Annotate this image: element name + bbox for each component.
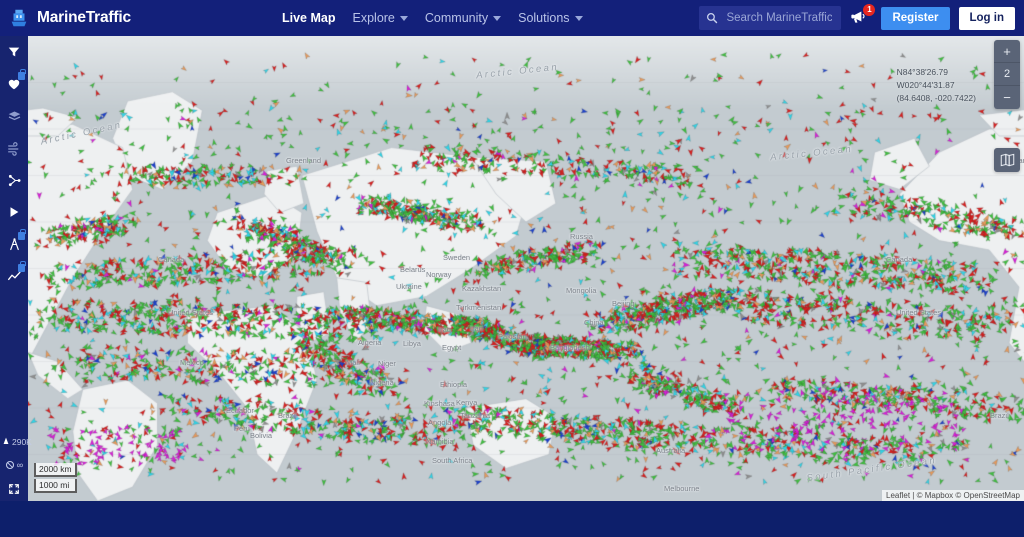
distance-tool-label: ∞: [16, 460, 24, 470]
funnel-icon: [7, 45, 21, 59]
ship-icon: [2, 437, 10, 447]
lock-badge-icon: [18, 229, 26, 240]
sidebar-item-favourites[interactable]: [0, 68, 28, 100]
layers-icon: [7, 109, 22, 124]
sidebar-item-measure[interactable]: [0, 228, 28, 260]
marinetraffic-app: MarineTraffic Live Map Explore Community…: [0, 0, 1024, 537]
attribution-sep1: | ©: [910, 491, 925, 500]
distance-infinity-icon: [5, 460, 15, 470]
lock-badge-icon: [18, 69, 26, 80]
attribution-sep2: ©: [953, 491, 964, 500]
vessel-count-label: 290K: [12, 437, 32, 447]
header-actions: 1 Register Log in: [699, 4, 1024, 30]
sidebar-item-layers[interactable]: [0, 100, 28, 132]
brand-logo[interactable]: MarineTraffic: [0, 7, 230, 29]
chevron-down-icon: [493, 15, 502, 21]
chevron-down-icon: [574, 15, 583, 21]
wind-icon: [7, 141, 22, 156]
scale-bars: 2000 km 1000 mi: [34, 463, 77, 495]
play-icon: [7, 205, 21, 219]
nav-label-solutions: Solutions: [518, 11, 570, 25]
attribution-leaflet[interactable]: Leaflet: [886, 491, 910, 500]
fullscreen-icon: [8, 483, 20, 495]
vessel-count-indicator: 290K: [0, 431, 32, 453]
live-map[interactable]: Arctic Ocean Arctic Ocean Arctic Ocean Sout…: [28, 36, 1024, 501]
search-icon: [706, 12, 718, 24]
sidebar-item-routes[interactable]: [0, 164, 28, 196]
nav-label-community: Community: [424, 11, 489, 25]
sidebar-item-playback[interactable]: [0, 196, 28, 228]
map-book-icon: [1000, 153, 1015, 167]
notification-badge: 1: [863, 4, 876, 16]
map-style-button[interactable]: [994, 148, 1020, 172]
sidebar-bottom-group: 290K ∞: [0, 431, 32, 501]
scale-metric: 2000 km: [34, 463, 77, 477]
fullscreen-button[interactable]: [0, 477, 28, 501]
footer-bar: [0, 501, 1024, 537]
main-navigation: Live Map Explore Community Solutions: [282, 11, 583, 25]
sidebar-item-statistics[interactable]: [0, 260, 28, 292]
route-network-icon: [7, 173, 22, 188]
chevron-down-icon: [399, 15, 408, 21]
left-toolbar: 290K ∞: [0, 36, 32, 501]
attribution-mapbox[interactable]: Mapbox: [925, 491, 953, 500]
nav-item-community[interactable]: Community: [424, 11, 502, 25]
scale-imperial: 1000 mi: [34, 479, 77, 493]
vessel-markers-layer[interactable]: [28, 36, 1024, 501]
zoom-level-indicator: 2: [994, 63, 1020, 86]
nav-item-solutions[interactable]: Solutions: [518, 11, 583, 25]
attribution-openstreetmap[interactable]: OpenStreetMap: [964, 491, 1020, 500]
distance-tool-button[interactable]: ∞: [0, 453, 28, 477]
nav-item-live-map[interactable]: Live Map: [282, 11, 336, 25]
zoom-controls: + 2 −: [994, 40, 1020, 109]
nav-label-explore: Explore: [352, 11, 395, 25]
sidebar-item-weather[interactable]: [0, 132, 28, 164]
brand-name: MarineTraffic: [37, 9, 131, 26]
search-box[interactable]: [699, 6, 842, 30]
map-attribution: Leaflet | © Mapbox © OpenStreetMap: [882, 490, 1024, 501]
login-button[interactable]: Log in: [958, 6, 1015, 30]
lock-badge-icon: [18, 261, 26, 272]
top-header: MarineTraffic Live Map Explore Community…: [0, 0, 1024, 36]
zoom-out-button[interactable]: −: [994, 86, 1020, 109]
nav-item-explore[interactable]: Explore: [353, 11, 408, 25]
notifications-button[interactable]: 1: [850, 4, 876, 29]
ship-logo-icon: [8, 7, 30, 29]
nav-label-live-map: Live Map: [282, 11, 336, 25]
register-button[interactable]: Register: [881, 6, 950, 30]
sidebar-item-filter[interactable]: [0, 36, 28, 68]
zoom-in-button[interactable]: +: [994, 40, 1020, 63]
search-input[interactable]: [724, 11, 835, 25]
